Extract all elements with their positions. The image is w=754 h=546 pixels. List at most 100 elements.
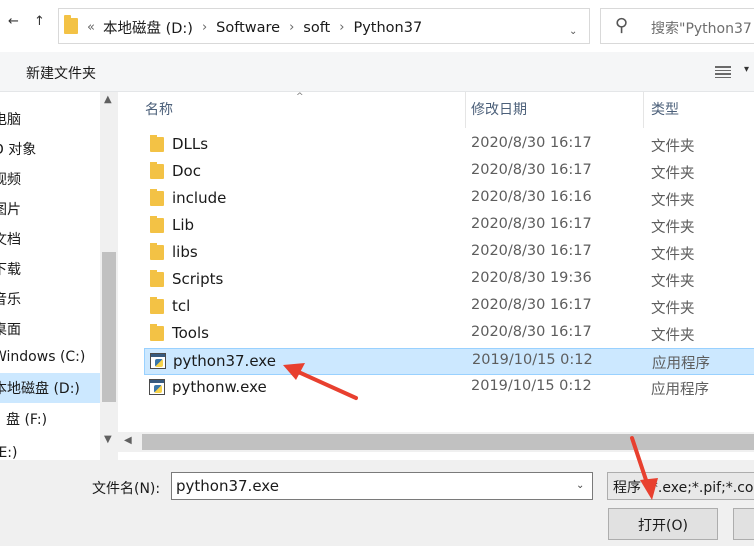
column-divider[interactable]: [643, 92, 644, 128]
open-button[interactable]: 打开(O): [608, 508, 718, 540]
file-type-select[interactable]: 程序 (*.exe;*.pif;*.com: [607, 472, 754, 500]
toolbar: 新建文件夹 ▾: [0, 52, 754, 92]
nav-item-music[interactable]: 音乐: [0, 284, 100, 314]
file-date: 2020/8/30 16:17: [471, 216, 592, 232]
folder-icon: [150, 270, 164, 287]
chevron-right-icon[interactable]: ›: [339, 20, 344, 35]
search-icon: ⚲: [615, 15, 629, 36]
file-date: 2020/8/30 16:17: [471, 135, 592, 151]
nav-item-3d-objects[interactable]: D 对象: [0, 134, 100, 164]
folder-icon: [150, 216, 164, 233]
cancel-button[interactable]: [733, 508, 754, 540]
nav-item-drive-e[interactable]: (E:): [0, 440, 100, 460]
file-list: ^ 名称 修改日期 类型 DLLs 2020/8/30 16:17 文件夹 Doc 20…: [118, 92, 754, 460]
scroll-up-icon[interactable]: ▲: [104, 94, 112, 105]
file-name: include: [172, 189, 227, 207]
breadcrumb-overflow[interactable]: «: [87, 20, 95, 35]
nav-item-downloads[interactable]: 下载: [0, 254, 100, 284]
chevron-down-icon[interactable]: ⌄: [569, 26, 577, 37]
file-date: 2020/8/30 19:36: [471, 270, 592, 286]
file-type: 文件夹: [651, 193, 695, 209]
file-date: 2020/8/30 16:17: [471, 162, 592, 178]
breadcrumb-item-python37[interactable]: Python37: [353, 20, 422, 36]
scroll-left-icon[interactable]: ◀: [124, 435, 132, 446]
python-exe-icon: [150, 353, 166, 369]
sort-ascending-icon: ^: [296, 92, 304, 102]
file-type: 文件夹: [651, 220, 695, 236]
nav-item-drive-c[interactable]: Windows (C:): [0, 344, 100, 374]
file-type: 应用程序: [652, 356, 710, 372]
file-row[interactable]: tcl 2020/8/30 16:17 文件夹: [144, 294, 754, 321]
nav-item-pictures[interactable]: 图片: [0, 194, 100, 224]
address-bar[interactable]: « 本地磁盘 (D:) › Software › soft › Python37…: [58, 8, 636, 44]
scroll-thumb[interactable]: [142, 434, 754, 450]
navigation-pane: 电脑 D 对象 视频 图片 文档 下载 音乐 桌面 Windows (C:) 本…: [0, 92, 100, 460]
file-row[interactable]: Tools 2020/8/30 16:17 文件夹: [144, 321, 754, 348]
new-folder-button[interactable]: 新建文件夹: [26, 63, 96, 83]
file-type: 文件夹: [651, 301, 695, 317]
file-date: 2020/8/30 16:17: [471, 243, 592, 259]
nav-item-desktop[interactable]: 桌面: [0, 314, 100, 344]
search-placeholder: 搜索"Python37: [651, 21, 752, 37]
scroll-down-icon[interactable]: ▼: [104, 434, 112, 445]
file-name: pythonw.exe: [172, 378, 267, 396]
breadcrumb-item-software[interactable]: Software: [216, 20, 280, 36]
python-exe-icon: [149, 379, 165, 395]
nav-item-computer[interactable]: 电脑: [0, 104, 100, 134]
file-name: python37.exe: [173, 352, 276, 370]
view-list-icon[interactable]: [715, 66, 731, 78]
file-row[interactable]: DLLs 2020/8/30 16:17 文件夹: [144, 132, 754, 159]
file-row[interactable]: python37.exe 2019/10/15 0:12 应用程序: [144, 348, 754, 375]
file-date: 2020/8/30 16:17: [471, 324, 592, 340]
column-header-date[interactable]: 修改日期: [471, 99, 527, 119]
file-name: Lib: [172, 216, 195, 234]
breadcrumb: « 本地磁盘 (D:) › Software › soft › Python37: [87, 17, 422, 38]
folder-icon: [150, 162, 164, 179]
column-divider[interactable]: [465, 92, 466, 128]
file-name: Doc: [172, 162, 201, 180]
chevron-down-icon[interactable]: ⌄: [576, 480, 584, 491]
folder-icon: [150, 297, 164, 314]
chevron-right-icon[interactable]: ›: [289, 20, 294, 35]
file-date: 2019/10/15 0:12: [472, 352, 593, 368]
folder-icon: [150, 324, 164, 341]
folder-icon: [150, 189, 164, 206]
nav-item-drive-f[interactable]: 盘 (F:): [0, 404, 100, 434]
nav-item-documents[interactable]: 文档: [0, 224, 100, 254]
filename-input[interactable]: python37.exe: [171, 472, 593, 500]
scroll-thumb[interactable]: [102, 252, 116, 402]
back-arrow-icon[interactable]: ←: [8, 14, 19, 29]
file-name: DLLs: [172, 135, 209, 153]
breadcrumb-item-drive[interactable]: 本地磁盘 (D:): [103, 17, 193, 38]
file-date: 2019/10/15 0:12: [471, 378, 592, 394]
search-input[interactable]: ⚲ 搜索"Python37: [600, 8, 754, 44]
file-row[interactable]: Scripts 2020/8/30 19:36 文件夹: [144, 267, 754, 294]
filename-label: 文件名(N):: [92, 481, 161, 497]
file-row[interactable]: Doc 2020/8/30 16:17 文件夹: [144, 159, 754, 186]
nav-item-videos[interactable]: 视频: [0, 164, 100, 194]
nav-scrollbar[interactable]: ▲ ▼: [100, 92, 118, 460]
folder-icon: [64, 15, 78, 34]
file-name: libs: [172, 243, 198, 261]
up-arrow-icon[interactable]: ↑: [34, 14, 45, 29]
file-type: 文件夹: [651, 139, 695, 155]
column-header-name[interactable]: 名称: [145, 99, 173, 119]
file-name: Scripts: [172, 270, 224, 288]
file-type: 文件夹: [651, 247, 695, 263]
file-type: 文件夹: [651, 274, 695, 290]
file-type: 文件夹: [651, 166, 695, 182]
chevron-down-icon[interactable]: ▾: [744, 64, 749, 75]
file-row[interactable]: Lib 2020/8/30 16:17 文件夹: [144, 213, 754, 240]
file-row[interactable]: include 2020/8/30 16:16 文件夹: [144, 186, 754, 213]
file-row[interactable]: libs 2020/8/30 16:17 文件夹: [144, 240, 754, 267]
file-type: 应用程序: [651, 382, 709, 398]
horizontal-scrollbar[interactable]: ◀: [118, 432, 754, 452]
folder-icon: [150, 135, 164, 152]
column-header-type[interactable]: 类型: [651, 99, 679, 119]
file-name: tcl: [172, 297, 191, 315]
folder-icon: [150, 243, 164, 260]
nav-item-drive-d[interactable]: 本地磁盘 (D:): [0, 373, 100, 403]
breadcrumb-item-soft[interactable]: soft: [303, 20, 330, 36]
file-row[interactable]: pythonw.exe 2019/10/15 0:12 应用程序: [144, 375, 754, 402]
chevron-right-icon[interactable]: ›: [202, 20, 207, 35]
